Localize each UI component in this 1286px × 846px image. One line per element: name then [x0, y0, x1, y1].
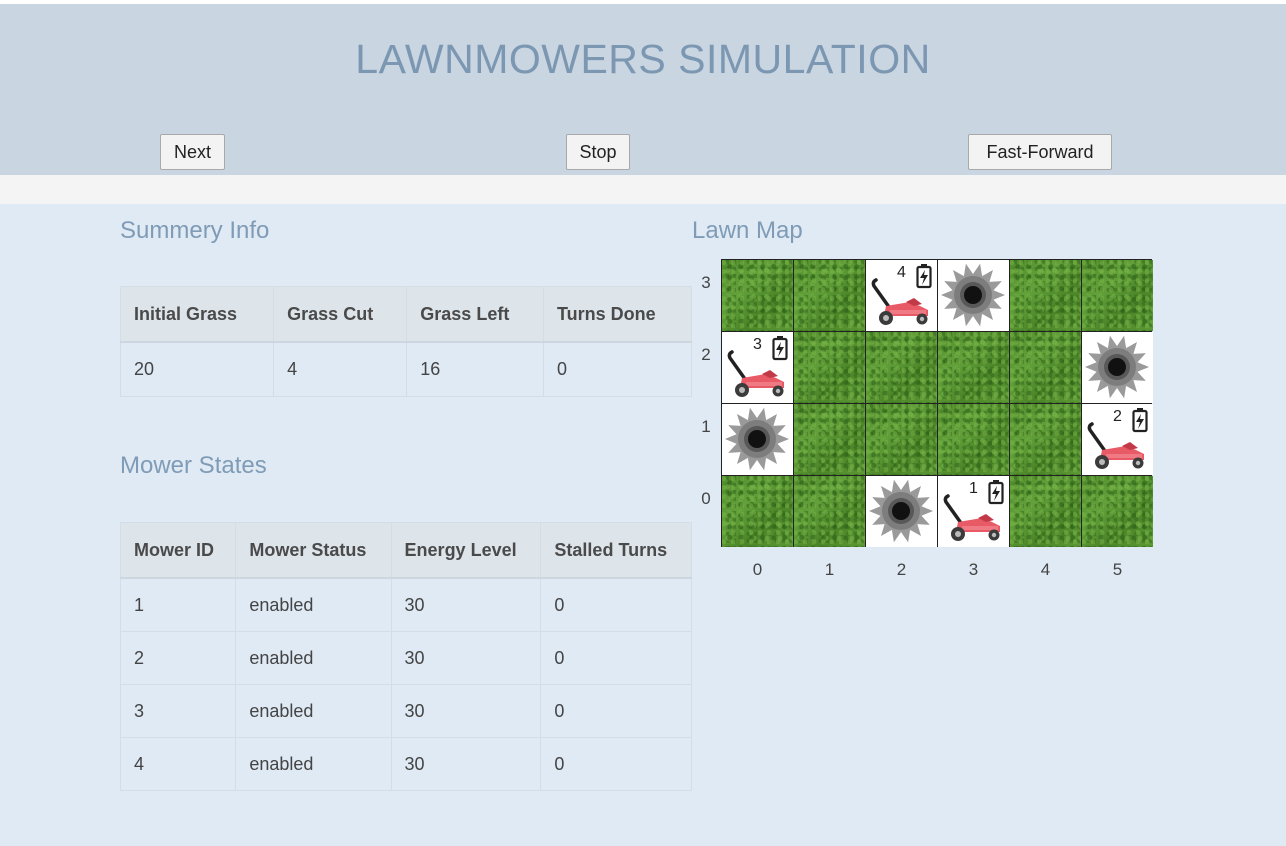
mower-cell: 1 — [938, 476, 1009, 547]
grass-cell — [794, 404, 865, 475]
col-label: 0 — [752, 560, 763, 579]
table-cell: 30 — [391, 684, 542, 738]
table-cell: 30 — [391, 578, 542, 632]
fast-forward-button[interactable]: Fast-Forward — [968, 134, 1112, 170]
column-header: Initial Grass — [120, 286, 275, 343]
col-label: 3 — [968, 560, 979, 579]
mower-states-header-row: Mower ID Mower Status Energy Level Stall… — [120, 522, 692, 579]
mower-cell: 2 — [1082, 404, 1153, 475]
table-row: 2 enabled 30 0 — [120, 631, 692, 685]
table-cell: enabled — [235, 631, 392, 685]
table-cell: enabled — [235, 684, 392, 738]
col-label: 2 — [896, 560, 907, 579]
grass-cell — [938, 332, 1009, 403]
grass-cell — [1010, 476, 1081, 547]
grass-cell — [1010, 260, 1081, 331]
row-label: 3 — [701, 273, 711, 292]
mower-cell: 3 — [722, 332, 793, 403]
table-cell: 3 — [120, 684, 237, 738]
col-label: 4 — [1040, 560, 1051, 579]
table-cell: 1 — [120, 578, 237, 632]
table-cell: 0 — [540, 737, 692, 791]
table-cell: enabled — [235, 737, 392, 791]
table-cell: 0 — [540, 631, 692, 685]
column-header: Mower Status — [235, 522, 392, 579]
page-title: LAWNMOWERS SIMULATION — [355, 36, 931, 82]
crater-cell — [722, 404, 793, 475]
grass-cell — [794, 260, 865, 331]
column-header: Energy Level — [391, 522, 542, 579]
divider-band — [0, 175, 1286, 204]
grass-cell — [794, 476, 865, 547]
row-label: 1 — [701, 417, 711, 436]
grass-cell — [938, 404, 1009, 475]
table-row: 20 4 16 0 — [120, 342, 692, 397]
mower-states-table: Mower ID Mower Status Energy Level Stall… — [120, 522, 692, 791]
mower-states-heading: Mower States — [120, 452, 267, 479]
summary-table: Initial Grass Grass Cut Grass Left Turns… — [120, 286, 692, 397]
column-header: Mower ID — [120, 522, 237, 579]
grass-cell — [866, 332, 937, 403]
grass-cell — [1010, 404, 1081, 475]
column-header: Stalled Turns — [540, 522, 692, 579]
table-cell: 16 — [406, 342, 544, 397]
grass-cell — [722, 260, 793, 331]
grass-cell — [1082, 476, 1153, 547]
mower-id-label: 2 — [1113, 408, 1122, 425]
crater-cell — [938, 260, 1009, 331]
lawn-map-heading: Lawn Map — [692, 217, 803, 244]
table-cell: 4 — [120, 737, 237, 791]
table-cell: 20 — [120, 342, 275, 397]
summary-heading: Summery Info — [120, 217, 270, 244]
mower-id-label: 3 — [753, 336, 762, 353]
col-label: 1 — [824, 560, 835, 579]
column-header: Turns Done — [543, 286, 692, 343]
column-header: Grass Cut — [273, 286, 408, 343]
table-cell: enabled — [235, 578, 392, 632]
table-row: 1 enabled 30 0 — [120, 578, 692, 632]
mower-id-label: 4 — [897, 264, 906, 281]
grass-cell — [1082, 260, 1153, 331]
stop-button[interactable]: Stop — [566, 134, 630, 170]
table-cell: 0 — [540, 684, 692, 738]
crater-cell — [1082, 332, 1153, 403]
table-row: 4 enabled 30 0 — [120, 737, 692, 791]
summary-header-row: Initial Grass Grass Cut Grass Left Turns… — [120, 286, 692, 343]
mower-cell: 4 — [866, 260, 937, 331]
lawn-map: 4 3 2 1 — [721, 259, 1153, 547]
column-header: Grass Left — [406, 286, 544, 343]
grass-cell — [794, 332, 865, 403]
row-label: 2 — [701, 345, 711, 364]
col-label: 5 — [1112, 560, 1123, 579]
grass-cell — [1010, 332, 1081, 403]
table-cell: 2 — [120, 631, 237, 685]
table-cell: 4 — [273, 342, 408, 397]
table-cell: 30 — [391, 737, 542, 791]
table-cell: 30 — [391, 631, 542, 685]
next-button[interactable]: Next — [160, 134, 225, 170]
table-cell: 0 — [540, 578, 692, 632]
grass-cell — [722, 476, 793, 547]
grass-cell — [866, 404, 937, 475]
table-cell: 0 — [543, 342, 692, 397]
crater-cell — [866, 476, 937, 547]
row-label: 0 — [701, 489, 711, 508]
mower-id-label: 1 — [969, 480, 978, 497]
table-row: 3 enabled 30 0 — [120, 684, 692, 738]
